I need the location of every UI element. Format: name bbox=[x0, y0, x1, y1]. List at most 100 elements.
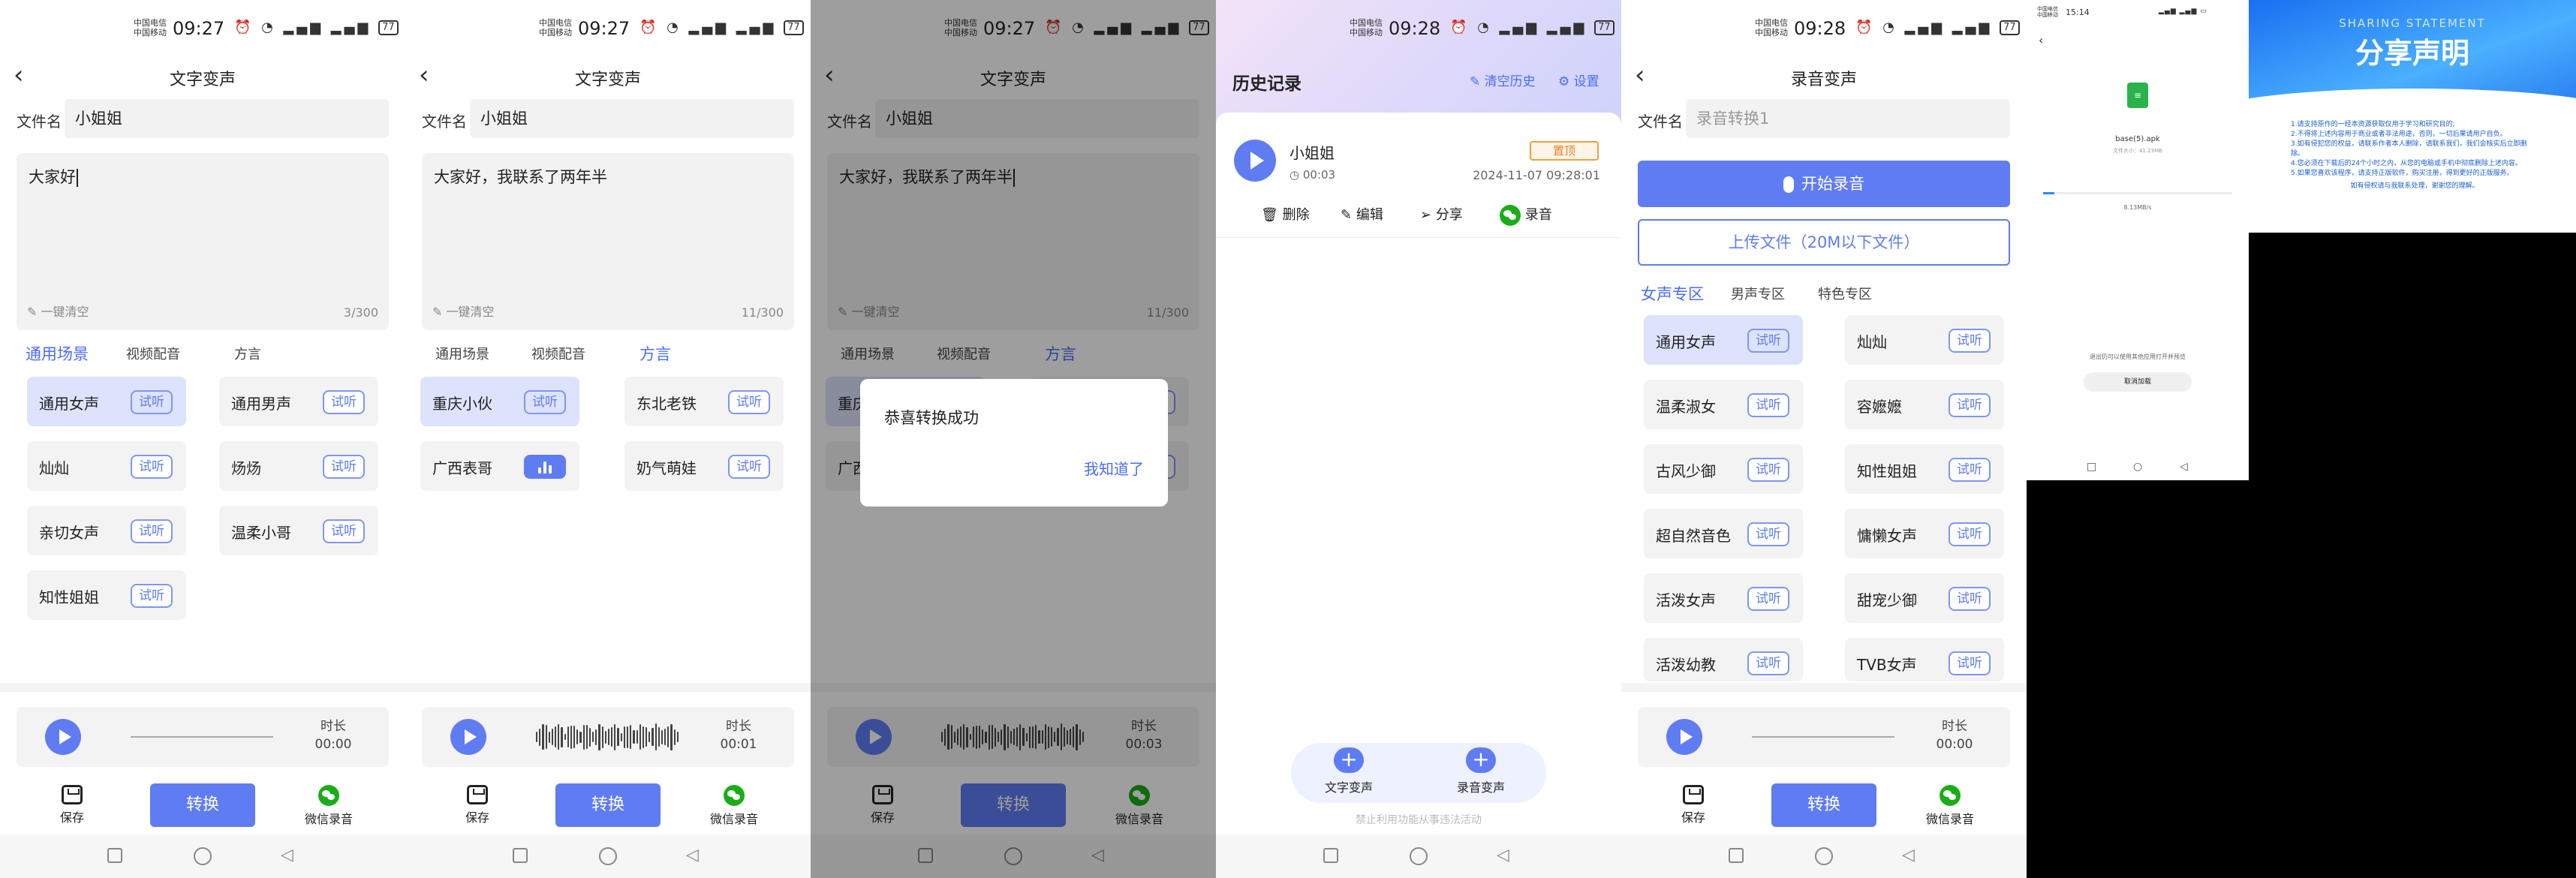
start-record-button[interactable]: 开始录音 bbox=[1638, 161, 2010, 207]
voice-option[interactable]: 温柔淑女 试听 bbox=[1644, 380, 1803, 429]
back-arrow-icon[interactable]: ‹ bbox=[2039, 33, 2043, 47]
try-listen-button[interactable]: 试听 bbox=[1949, 458, 1991, 482]
voice-option[interactable]: 重庆小伙试听 bbox=[420, 377, 579, 426]
voice-option[interactable]: 广西表哥 bbox=[420, 441, 579, 491]
try-listen-button[interactable]: 试听 bbox=[1949, 651, 1991, 675]
try-listen-button[interactable]: 试听 bbox=[323, 519, 365, 543]
recents-icon[interactable] bbox=[1729, 848, 1744, 863]
filename-input[interactable]: 小姐姐 bbox=[65, 99, 389, 138]
wechat-record-button[interactable]: 微信录音 bbox=[710, 785, 758, 827]
dialog-ok-button[interactable]: 我知道了 bbox=[1084, 457, 1144, 479]
voice-option[interactable]: 知性姐姐 试听 bbox=[1845, 444, 2004, 494]
voice-option[interactable]: 容嬷嬷 试听 bbox=[1845, 380, 2004, 429]
try-listen-button[interactable]: 试听 bbox=[1747, 522, 1789, 546]
wechat-record-button[interactable]: 微信录音 bbox=[1926, 785, 1974, 827]
voice-option[interactable]: 炀炀 试听 bbox=[219, 441, 378, 491]
voice-option[interactable]: 活泼幼教 试听 bbox=[1644, 638, 1803, 681]
play-icon[interactable] bbox=[450, 719, 486, 755]
tts-shortcut-button[interactable]: + 文字变声 bbox=[1308, 747, 1390, 795]
home-icon[interactable] bbox=[1815, 847, 1833, 865]
convert-button[interactable]: 转换 bbox=[1771, 783, 1876, 827]
voice-option[interactable]: 甜宠少御 试听 bbox=[1845, 573, 2004, 623]
home-icon[interactable]: ○ bbox=[2133, 461, 2142, 473]
recents-icon[interactable]: □ bbox=[2087, 461, 2096, 473]
tab-dialect[interactable]: 方言 bbox=[234, 344, 261, 363]
voice-option[interactable]: 东北老铁试听 bbox=[624, 377, 784, 426]
back-icon[interactable]: ◁ bbox=[1902, 846, 1915, 864]
wechat-record-button[interactable]: 微信录音 bbox=[305, 785, 353, 827]
try-listen-button[interactable]: 试听 bbox=[1747, 329, 1789, 353]
record-button[interactable]: 录音 bbox=[1500, 204, 1552, 226]
record-shortcut-button[interactable]: + 录音变声 bbox=[1440, 747, 1522, 795]
try-listen-button[interactable]: 试听 bbox=[1747, 651, 1789, 675]
cancel-load-button[interactable]: 取消加载 bbox=[2084, 372, 2192, 392]
try-listen-button[interactable]: 试听 bbox=[131, 519, 173, 543]
filename-input[interactable]: 小姐姐 bbox=[470, 99, 794, 138]
voice-option[interactable]: 温柔小哥 试听 bbox=[219, 506, 378, 555]
home-icon[interactable] bbox=[1410, 847, 1428, 865]
try-listen-button[interactable]: 试听 bbox=[1747, 587, 1789, 611]
play-icon[interactable] bbox=[1234, 140, 1276, 182]
tab-special[interactable]: 特色专区 bbox=[1818, 284, 1872, 303]
recents-icon[interactable] bbox=[513, 848, 528, 863]
voice-option[interactable]: 慵懒女声 试听 bbox=[1845, 509, 2004, 558]
back-icon[interactable]: ◁ bbox=[1497, 846, 1509, 864]
try-listen-button[interactable]: 试听 bbox=[1949, 522, 1991, 546]
text-input[interactable]: 大家好，我联系了两年半 ✎ 一键清空 11/300 bbox=[422, 153, 794, 330]
voice-option[interactable]: 奶气萌娃试听 bbox=[624, 441, 784, 491]
playing-bars-icon[interactable] bbox=[524, 455, 566, 479]
delete-button[interactable]: 🗑 删除 bbox=[1261, 204, 1310, 224]
edit-button[interactable]: ✎ 编辑 bbox=[1341, 204, 1383, 224]
voice-option[interactable]: 知性姐姐 试听 bbox=[27, 570, 186, 620]
convert-button[interactable]: 转换 bbox=[555, 783, 661, 827]
tab-video[interactable]: 视频配音 bbox=[531, 344, 585, 363]
tab-dialect[interactable]: 方言 bbox=[639, 342, 671, 365]
voice-option[interactable]: 超自然音色 试听 bbox=[1644, 509, 1803, 558]
try-listen-button[interactable]: 试听 bbox=[524, 390, 566, 414]
settings-button[interactable]: ⚙ 设置 bbox=[1558, 71, 1599, 89]
share-button[interactable]: ➢ 分享 bbox=[1420, 204, 1463, 224]
try-listen-button[interactable]: 试听 bbox=[131, 584, 173, 608]
play-icon[interactable] bbox=[1666, 719, 1702, 755]
save-button[interactable]: 保存 bbox=[60, 785, 84, 825]
voice-option[interactable]: 灿灿 试听 bbox=[1845, 315, 2004, 365]
voice-option[interactable]: 灿灿 试听 bbox=[27, 441, 186, 491]
save-button[interactable]: 保存 bbox=[465, 785, 489, 825]
progress-track[interactable] bbox=[1752, 736, 1894, 738]
home-icon[interactable] bbox=[194, 847, 212, 865]
voice-option[interactable]: TVB女声 试听 bbox=[1845, 638, 2004, 681]
try-listen-button[interactable]: 试听 bbox=[131, 455, 173, 479]
text-input[interactable]: 大家好 ✎ 一键清空 3/300 bbox=[17, 153, 389, 330]
tab-video[interactable]: 视频配音 bbox=[126, 344, 180, 363]
voice-option[interactable]: 亲切女声 试听 bbox=[27, 506, 186, 555]
tab-female[interactable]: 女声专区 bbox=[1641, 282, 1704, 305]
try-listen-button[interactable]: 试听 bbox=[728, 390, 770, 414]
try-listen-button[interactable]: 试听 bbox=[1747, 393, 1789, 417]
try-listen-button[interactable]: 试听 bbox=[728, 455, 770, 479]
try-listen-button[interactable]: 试听 bbox=[1747, 458, 1789, 482]
try-listen-button[interactable]: 试听 bbox=[131, 390, 173, 414]
filename-input[interactable]: 录音转换1 bbox=[1686, 99, 2010, 138]
try-listen-button[interactable]: 试听 bbox=[323, 455, 365, 479]
clear-button[interactable]: ✎ 一键清空 bbox=[27, 302, 89, 320]
try-listen-button[interactable]: 试听 bbox=[1949, 329, 1991, 353]
pin-button[interactable]: 置顶 bbox=[1530, 141, 1599, 161]
voice-option[interactable]: 通用女声 试听 bbox=[1644, 315, 1803, 365]
recents-icon[interactable] bbox=[1323, 848, 1338, 863]
clear-history-button[interactable]: ✎ 清空历史 bbox=[1470, 71, 1536, 89]
voice-option[interactable]: 通用女声 试听 bbox=[27, 377, 186, 426]
convert-button[interactable]: 转换 bbox=[150, 783, 255, 827]
back-icon[interactable]: ◁ bbox=[281, 846, 293, 864]
waveform[interactable] bbox=[536, 720, 679, 753]
try-listen-button[interactable]: 试听 bbox=[1949, 587, 1991, 611]
voice-option[interactable]: 古风少御 试听 bbox=[1644, 444, 1803, 494]
play-icon[interactable] bbox=[45, 719, 81, 755]
tab-general[interactable]: 通用场景 bbox=[435, 344, 489, 363]
back-icon[interactable]: ◁ bbox=[686, 846, 699, 864]
try-listen-button[interactable]: 试听 bbox=[323, 390, 365, 414]
tab-male[interactable]: 男声专区 bbox=[1731, 284, 1785, 303]
back-icon[interactable]: ◁ bbox=[2180, 461, 2188, 473]
recents-icon[interactable] bbox=[107, 848, 122, 863]
try-listen-button[interactable]: 试听 bbox=[1949, 393, 1991, 417]
tab-general[interactable]: 通用场景 bbox=[26, 342, 89, 365]
